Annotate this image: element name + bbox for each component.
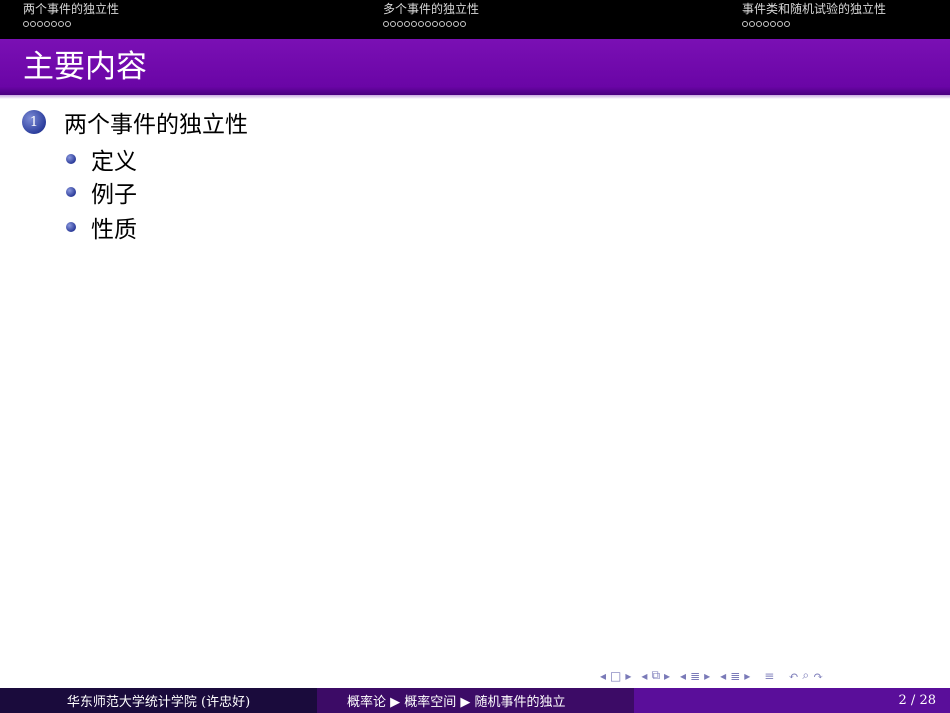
nav-section-3-dots[interactable] bbox=[742, 21, 790, 27]
frame-icon[interactable]: □ bbox=[610, 669, 621, 683]
section-icon[interactable]: ≣ bbox=[690, 669, 700, 683]
nav-section-1-title[interactable]: 两个事件的独立性 bbox=[23, 2, 119, 16]
footer-bar: 华东师范大学统计学院 (许忠好) 概率论 ▶ 概率空间 ▶ 随机事件的独立 2 … bbox=[0, 688, 950, 713]
toc-subsection-item[interactable]: 定义 bbox=[66, 142, 137, 176]
search-back-icon[interactable]: ↶ bbox=[788, 669, 798, 683]
nav-section-3-title[interactable]: 事件类和随机试验的独立性 bbox=[742, 2, 886, 16]
prev-appendix-icon[interactable]: ◂ bbox=[720, 669, 726, 683]
toc-section-title[interactable]: 两个事件的独立性 bbox=[64, 105, 248, 139]
search-forward-icon[interactable]: ↷ bbox=[813, 669, 823, 683]
align-icon[interactable]: ≡ bbox=[764, 669, 774, 683]
prev-subsection-icon[interactable]: ◂ bbox=[641, 669, 647, 683]
toc-subsection-title[interactable]: 例子 bbox=[91, 175, 137, 209]
nav-section-2-title[interactable]: 多个事件的独立性 bbox=[383, 2, 479, 16]
footer-breadcrumb: 概率论 ▶ 概率空间 ▶ 随机事件的独立 bbox=[317, 688, 634, 713]
next-section-icon[interactable]: ▸ bbox=[704, 669, 710, 683]
toc-subsection-item[interactable]: 性质 bbox=[66, 210, 137, 244]
bullet-icon bbox=[66, 154, 76, 164]
section-navigation-bar: 两个事件的独立性 多个事件的独立性 事件类和随机试验的独立性 bbox=[0, 0, 950, 39]
nav-section-2[interactable]: 多个事件的独立性 bbox=[383, 2, 479, 16]
toc-subsection-title[interactable]: 定义 bbox=[91, 142, 137, 176]
prev-section-icon[interactable]: ◂ bbox=[680, 669, 686, 683]
nav-section-1-dots[interactable] bbox=[23, 21, 71, 27]
search-icon[interactable]: ⌕ bbox=[802, 668, 809, 683]
next-subsection-icon[interactable]: ▸ bbox=[664, 669, 670, 683]
toc-subsection-item[interactable]: 例子 bbox=[66, 175, 137, 209]
frame-title: 主要内容 bbox=[23, 49, 147, 85]
section-number-badge: 1 bbox=[22, 110, 46, 134]
next-frame-icon[interactable]: ▸ bbox=[625, 669, 631, 683]
subsection-icon[interactable]: ⧉ bbox=[651, 668, 660, 683]
nav-section-2-dots[interactable] bbox=[383, 21, 466, 27]
toc-subsection-title[interactable]: 性质 bbox=[91, 210, 137, 244]
footer-institution: 华东师范大学统计学院 (许忠好) bbox=[0, 688, 317, 713]
footer-page-number: 2 / 28 bbox=[634, 688, 950, 713]
next-appendix-icon[interactable]: ▸ bbox=[744, 669, 750, 683]
bullet-icon bbox=[66, 222, 76, 232]
beamer-navigation-symbols: ◂ □ ▸ ◂ ⧉ ▸ ◂ ≣ ▸ ◂ ≣ ▸ ≡ ↶ ⌕ ↷ bbox=[600, 668, 827, 683]
nav-section-1[interactable]: 两个事件的独立性 bbox=[23, 2, 119, 16]
bullet-icon bbox=[66, 187, 76, 197]
prev-frame-icon[interactable]: ◂ bbox=[600, 669, 606, 683]
toc-section-item[interactable]: 1 两个事件的独立性 bbox=[22, 105, 248, 139]
nav-section-3[interactable]: 事件类和随机试验的独立性 bbox=[742, 2, 886, 16]
appendix-icon[interactable]: ≣ bbox=[730, 669, 740, 683]
